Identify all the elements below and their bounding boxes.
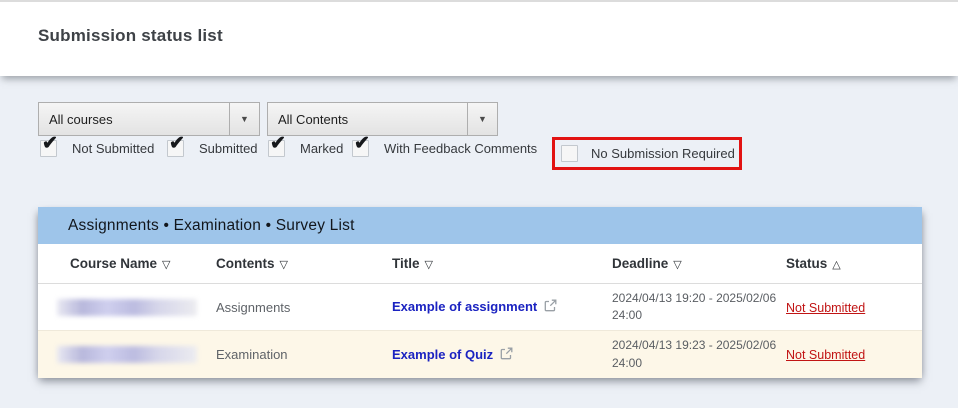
status-link[interactable]: Not Submitted: [786, 348, 865, 362]
page-root: { "page": { "title": "Submission status …: [0, 0, 958, 408]
page-title: Submission status list: [38, 26, 223, 46]
contents-select-value: All Contents: [268, 112, 467, 127]
sort-desc-icon: ▽: [162, 259, 170, 271]
table-row: Examination Example of Quiz 2024/04/13 1…: [38, 331, 922, 378]
status-link[interactable]: Not Submitted: [786, 301, 865, 315]
contents-select[interactable]: All Contents ▼: [267, 102, 498, 136]
filter-not-submitted: Not Submitted: [40, 140, 154, 157]
course-select[interactable]: All courses ▼: [38, 102, 260, 136]
chevron-down-icon: ▼: [467, 103, 497, 135]
contents-cell: Assignments: [216, 300, 392, 315]
submitted-checkbox[interactable]: [167, 140, 184, 157]
table-header-row: Course Name▽ Contents▽ Title▽ Deadline▽ …: [38, 244, 922, 284]
filter-marked: Marked: [268, 140, 343, 157]
chevron-down-icon: ▼: [229, 103, 259, 135]
quiz-title-link[interactable]: Example of Quiz: [392, 347, 493, 362]
assignment-title-link[interactable]: Example of assignment: [392, 299, 537, 314]
column-header-title[interactable]: Title▽: [392, 256, 612, 271]
not-submitted-checkbox[interactable]: [40, 140, 57, 157]
filter-submitted: Submitted: [167, 140, 258, 157]
column-header-deadline[interactable]: Deadline▽: [612, 256, 786, 271]
with-feedback-comments-checkbox[interactable]: [352, 140, 369, 157]
checkbox-label: Not Submitted: [72, 141, 154, 156]
column-header-course-name[interactable]: Course Name▽: [70, 256, 216, 271]
column-header-contents[interactable]: Contents▽: [216, 256, 392, 271]
column-header-status[interactable]: Status△: [786, 256, 922, 271]
deadline-cell: 2024/04/13 19:23 - 2025/02/06 24:00: [612, 337, 784, 372]
checkbox-label: Submitted: [199, 141, 258, 156]
checkbox-label: No Submission Required: [591, 146, 735, 161]
sort-desc-icon: ▽: [673, 259, 681, 271]
deadline-cell: 2024/04/13 19:20 - 2025/02/06 24:00: [612, 290, 784, 325]
submission-table: Assignments • Examination • Survey List …: [38, 207, 922, 378]
no-submission-required-checkbox[interactable]: [561, 145, 578, 162]
course-select-value: All courses: [39, 112, 229, 127]
external-link-icon: [544, 300, 557, 315]
course-name-redacted: [57, 299, 197, 316]
page-header: Submission status list: [0, 0, 958, 76]
sort-asc-icon: △: [832, 259, 840, 271]
filter-with-feedback-comments: With Feedback Comments: [352, 140, 537, 157]
contents-cell: Examination: [216, 347, 392, 362]
checkbox-label: With Feedback Comments: [384, 141, 537, 156]
highlight-annotation: No Submission Required: [552, 137, 742, 170]
course-name-redacted: [57, 346, 197, 363]
sort-desc-icon: ▽: [280, 259, 288, 271]
checkbox-label: Marked: [300, 141, 343, 156]
sort-desc-icon: ▽: [425, 259, 433, 271]
external-link-icon: [500, 348, 513, 363]
marked-checkbox[interactable]: [268, 140, 285, 157]
table-title: Assignments • Examination • Survey List: [38, 207, 922, 244]
table-row: Assignments Example of assignment 2024/0…: [38, 284, 922, 331]
